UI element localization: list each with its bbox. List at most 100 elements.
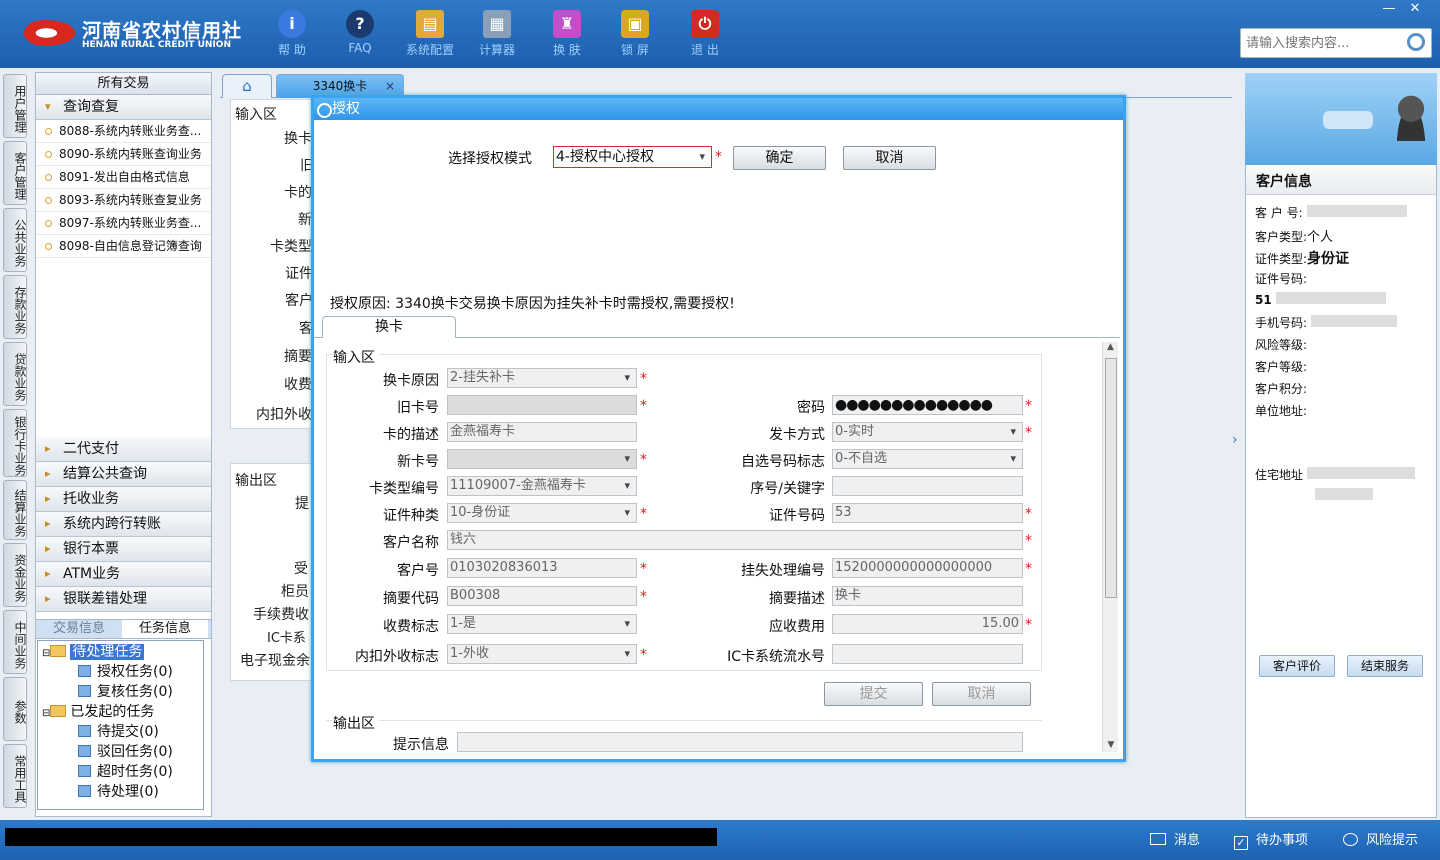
submit-button[interactable]: 提交 bbox=[824, 682, 923, 706]
customer-name-field[interactable]: 钱六 bbox=[447, 530, 1023, 550]
card-desc-field[interactable]: 金燕福寿卡 bbox=[447, 422, 637, 442]
id-type-select[interactable]: 10-身份证 bbox=[447, 503, 637, 523]
loss-no-field[interactable]: 1520000000000000000 bbox=[832, 558, 1023, 578]
todo-label: 待办事项 bbox=[1256, 833, 1309, 848]
password-field[interactable]: ●●●●●●●●●●●●●● bbox=[832, 395, 1023, 415]
search-icon[interactable] bbox=[1407, 33, 1425, 51]
vtab-user-management[interactable]: 用户管理 bbox=[3, 74, 27, 138]
fee-flag-select[interactable]: 1-是 bbox=[447, 614, 637, 634]
menu-item[interactable]: 8097-系统内转账业务查... bbox=[36, 212, 211, 235]
row-label: 客 户 号: bbox=[1255, 206, 1303, 220]
tab-transaction-info[interactable]: 交易信息 bbox=[36, 620, 122, 638]
menu-group-unionpay-error[interactable]: 银联差错处理 bbox=[36, 587, 211, 612]
tree-node-pending[interactable]: ⊟ 待处理任务 bbox=[42, 642, 145, 662]
self-number-select[interactable]: 0-不自选 bbox=[832, 449, 1023, 469]
lock-button[interactable]: ▣ 锁 屏 bbox=[604, 8, 666, 64]
vtab-fund-business[interactable]: 资金业务 bbox=[3, 543, 27, 607]
dialog-scrollbar[interactable]: ▲ ▼ bbox=[1102, 342, 1118, 752]
menu-group-settlement-query[interactable]: 结算公共查询 bbox=[36, 462, 211, 487]
vtab-common-tools[interactable]: 常用工具 bbox=[3, 744, 27, 808]
seq-key-field[interactable] bbox=[832, 476, 1023, 496]
new-card-field[interactable] bbox=[447, 449, 637, 469]
old-card-field[interactable] bbox=[447, 395, 637, 415]
hint-field[interactable] bbox=[457, 732, 1023, 752]
menu-item[interactable]: 8091-发出自由格式信息 bbox=[36, 166, 211, 189]
tree-label: 复核任务(0) bbox=[97, 684, 173, 700]
faq-button[interactable]: ? FAQ bbox=[329, 8, 391, 64]
required-mark: * bbox=[1025, 425, 1032, 441]
bg-output-area-title: 输出区 bbox=[235, 473, 277, 489]
end-service-button[interactable]: 结束服务 bbox=[1347, 655, 1423, 677]
menu-group-interbank-transfer[interactable]: 系统内跨行转账 bbox=[36, 512, 211, 537]
menu-group-second-gen-payment[interactable]: 二代支付 bbox=[36, 437, 211, 462]
replace-reason-select[interactable]: 2-挂失补卡 bbox=[447, 368, 637, 388]
todo-button[interactable]: ✓ 待办事项 bbox=[1234, 829, 1308, 850]
close-window-button[interactable]: ✕ bbox=[1402, 0, 1428, 18]
messages-button[interactable]: 消息 bbox=[1150, 829, 1200, 848]
cancel-submit-button[interactable]: 取消 bbox=[932, 682, 1031, 706]
system-config-button[interactable]: ▤ 系统配置 bbox=[399, 8, 461, 64]
summary-desc-field[interactable]: 换卡 bbox=[832, 586, 1023, 606]
tree-node-timeout[interactable]: 超时任务(0) bbox=[78, 762, 173, 782]
vtab-intermediary-business[interactable]: 中间业务 bbox=[3, 610, 27, 674]
search-input[interactable] bbox=[1241, 29, 1401, 57]
inout-flag-select[interactable]: 1-外收 bbox=[447, 644, 637, 664]
ic-seq-field[interactable] bbox=[832, 644, 1023, 664]
menu-group-cashier-check[interactable]: 银行本票 bbox=[36, 537, 211, 562]
scroll-up-icon[interactable]: ▲ bbox=[1103, 342, 1118, 352]
help-button[interactable]: i 帮 助 bbox=[261, 8, 323, 64]
cancel-button[interactable]: 取消 bbox=[843, 146, 936, 170]
menu-group-query[interactable]: 查询查复 bbox=[36, 95, 211, 120]
tab-task-info[interactable]: 任务信息 bbox=[122, 620, 208, 638]
vtab-bank-card-business[interactable]: 银行卡业务 bbox=[3, 409, 27, 477]
menu-group-collection[interactable]: 托收业务 bbox=[36, 487, 211, 512]
id-number-field[interactable]: 53 bbox=[832, 503, 1023, 523]
card-type-select[interactable]: 11109007-金燕福寿卡 bbox=[447, 476, 637, 496]
menu-group-atm[interactable]: ATM业务 bbox=[36, 562, 211, 587]
due-fee-field[interactable]: 15.00 bbox=[832, 614, 1023, 634]
tab-home[interactable]: ⌂ bbox=[222, 74, 272, 98]
menu-item[interactable]: 8090-系统内转账查询业务 bbox=[36, 143, 211, 166]
collapse-arrow-icon[interactable]: › bbox=[1232, 420, 1242, 460]
exit-button[interactable]: ⏻ 退 出 bbox=[674, 8, 736, 64]
minimize-button[interactable]: — bbox=[1376, 0, 1402, 18]
vtab-deposit-business[interactable]: 存款业务 bbox=[3, 275, 27, 339]
auth-mode-select[interactable]: 4-授权中心授权 bbox=[553, 146, 712, 168]
confirm-button[interactable]: 确定 bbox=[733, 146, 826, 170]
vtab-public-business[interactable]: 公共业务 bbox=[3, 208, 27, 272]
vtab-customer-management[interactable]: 客户管理 bbox=[3, 141, 27, 205]
customer-eval-button[interactable]: 客户评价 bbox=[1259, 655, 1335, 677]
scroll-down-icon[interactable]: ▼ bbox=[1103, 740, 1119, 750]
id-type-label: 证件种类 bbox=[383, 508, 439, 524]
vtab-parameters[interactable]: 参数 bbox=[3, 677, 27, 741]
customer-no-field[interactable]: 0103020836013 bbox=[447, 558, 637, 578]
required-mark: * bbox=[1025, 561, 1032, 577]
replace-reason-label: 换卡原因 bbox=[383, 373, 439, 389]
tree-node-auth[interactable]: 授权任务(0) bbox=[78, 662, 173, 682]
tree-node-review[interactable]: 复核任务(0) bbox=[78, 682, 173, 702]
summary-desc-label: 摘要描述 bbox=[769, 591, 825, 607]
scroll-thumb[interactable] bbox=[1105, 358, 1117, 598]
tree-node-initiated[interactable]: ⊟ 已发起的任务 bbox=[42, 702, 154, 722]
tab-huanka[interactable]: 换卡 bbox=[322, 316, 456, 338]
tree-node-to-submit[interactable]: 待提交(0) bbox=[78, 722, 159, 742]
skin-button[interactable]: ♜ 换 肤 bbox=[536, 8, 598, 64]
menu-item[interactable]: 8098-自由信息登记簿查询 bbox=[36, 235, 211, 258]
tree-node-pending2[interactable]: 待处理(0) bbox=[78, 782, 159, 802]
exit-label: 退 出 bbox=[691, 43, 719, 57]
bg-label: 收费 bbox=[284, 377, 312, 393]
lock-icon: ▣ bbox=[621, 10, 649, 38]
risk-alert-button[interactable]: 风险提示 bbox=[1343, 829, 1418, 848]
summary-code-field[interactable]: B00308 bbox=[447, 586, 637, 606]
close-tab-icon[interactable]: × bbox=[385, 75, 395, 97]
id-type-row: 证件类型:身份证 bbox=[1255, 248, 1349, 268]
calculator-button[interactable]: ▦ 计算器 bbox=[466, 8, 528, 64]
vtab-loan-business[interactable]: 贷款业务 bbox=[3, 342, 27, 406]
vtab-settlement-business[interactable]: 结算业务 bbox=[3, 480, 27, 540]
menu-item[interactable]: 8088-系统内转账业务查... bbox=[36, 120, 211, 143]
work-address-row: 单位地址: bbox=[1255, 404, 1308, 418]
search-box[interactable] bbox=[1240, 28, 1432, 58]
issue-mode-select[interactable]: 0-实时 bbox=[832, 422, 1023, 442]
menu-item[interactable]: 8093-系统内转账查复业务 bbox=[36, 189, 211, 212]
tree-node-rejected[interactable]: 驳回任务(0) bbox=[78, 742, 173, 762]
